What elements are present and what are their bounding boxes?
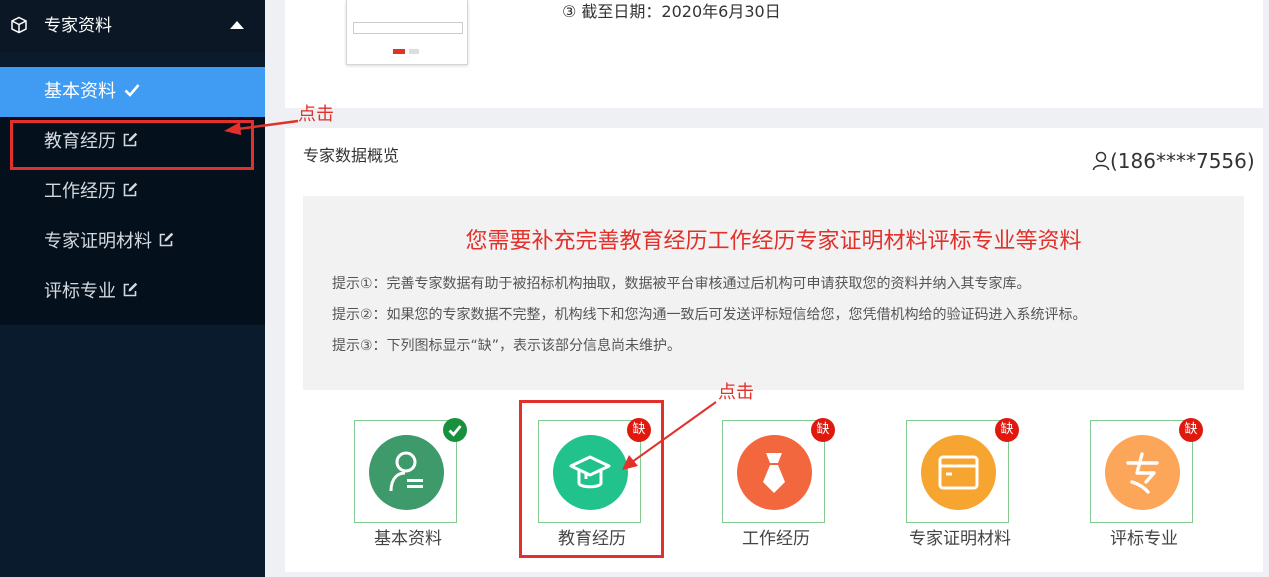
sidebar-item-label: 评标专业 (44, 281, 116, 302)
sidebar-item-basic-info[interactable]: 基本资料 (0, 67, 265, 117)
user-info: (186****7556) (1092, 148, 1255, 174)
tip-2: 提示②：如果您的专家数据不完整，机构线下和您沟通一致后可发送评标短信给您，您凭借… (332, 307, 1087, 323)
sidebar-item-label: 专家证明材料 (44, 231, 152, 252)
user-icon (1092, 151, 1110, 171)
tip-1: 提示①：完善专家数据有助于被招标机构抽取，数据被平台审核通过后机构可申请获取您的… (332, 276, 1031, 292)
check-icon (124, 84, 140, 97)
notice-headline: 您需要补充完善教育经历工作经历专家证明材料评标专业等资料 (465, 229, 1082, 254)
thumbnail-button (409, 49, 419, 54)
thumbnail-field (353, 22, 463, 34)
sidebar-item-specialty[interactable]: 评标专业 (0, 267, 265, 317)
highlight-box-sidebar (10, 120, 254, 170)
cube-icon (11, 16, 27, 34)
tile-specialty[interactable]: 缺 (1090, 418, 1203, 523)
sidebar-section-title: 专家资料 (44, 16, 112, 36)
specialty-glyph-icon (1105, 435, 1180, 510)
complete-badge (443, 418, 467, 442)
missing-badge: 缺 (1179, 418, 1203, 442)
user-phone: (186****7556) (1110, 149, 1255, 173)
deadline-text: ③ 截至日期：2020年6月30日 (562, 2, 781, 21)
click-annotation-label: 点击 (718, 382, 754, 403)
tile-basic-info[interactable] (354, 418, 467, 523)
edit-icon (123, 282, 138, 297)
tile-work[interactable]: 缺 (722, 418, 835, 523)
tile-label: 专家证明材料 (909, 529, 1011, 549)
basic-info-icon (369, 435, 444, 510)
tile-label: 评标专业 (1110, 529, 1178, 549)
highlight-box-education-tile (519, 400, 664, 558)
folder-icon (921, 435, 996, 510)
tile-label: 工作经历 (742, 529, 810, 549)
page-title: 专家数据概览 (303, 146, 400, 165)
click-annotation-label: 点击 (298, 104, 334, 125)
sidebar-section-header[interactable]: 专家资料 (0, 0, 265, 52)
sidebar: 专家资料 基本资料 教育经历 工作经历 专家证明材料 评标专业 (0, 0, 265, 577)
necktie-icon (737, 435, 812, 510)
tile-certificates[interactable]: 缺 (906, 418, 1019, 523)
caret-up-icon[interactable] (230, 21, 244, 29)
missing-badge: 缺 (995, 418, 1019, 442)
tip-3: 提示③：下列图标显示“缺”，表示该部分信息尚未维护。 (332, 338, 682, 354)
edit-icon (123, 182, 138, 197)
tile-label: 基本资料 (374, 529, 442, 549)
form-thumbnail (346, 0, 468, 65)
sidebar-item-label: 基本资料 (44, 81, 116, 102)
thumbnail-button (393, 49, 405, 54)
edit-icon (159, 232, 174, 247)
sidebar-item-label: 工作经历 (44, 181, 116, 202)
sidebar-item-certificates[interactable]: 专家证明材料 (0, 217, 265, 267)
sidebar-item-work[interactable]: 工作经历 (0, 167, 265, 217)
missing-badge: 缺 (811, 418, 835, 442)
check-icon (448, 425, 462, 437)
